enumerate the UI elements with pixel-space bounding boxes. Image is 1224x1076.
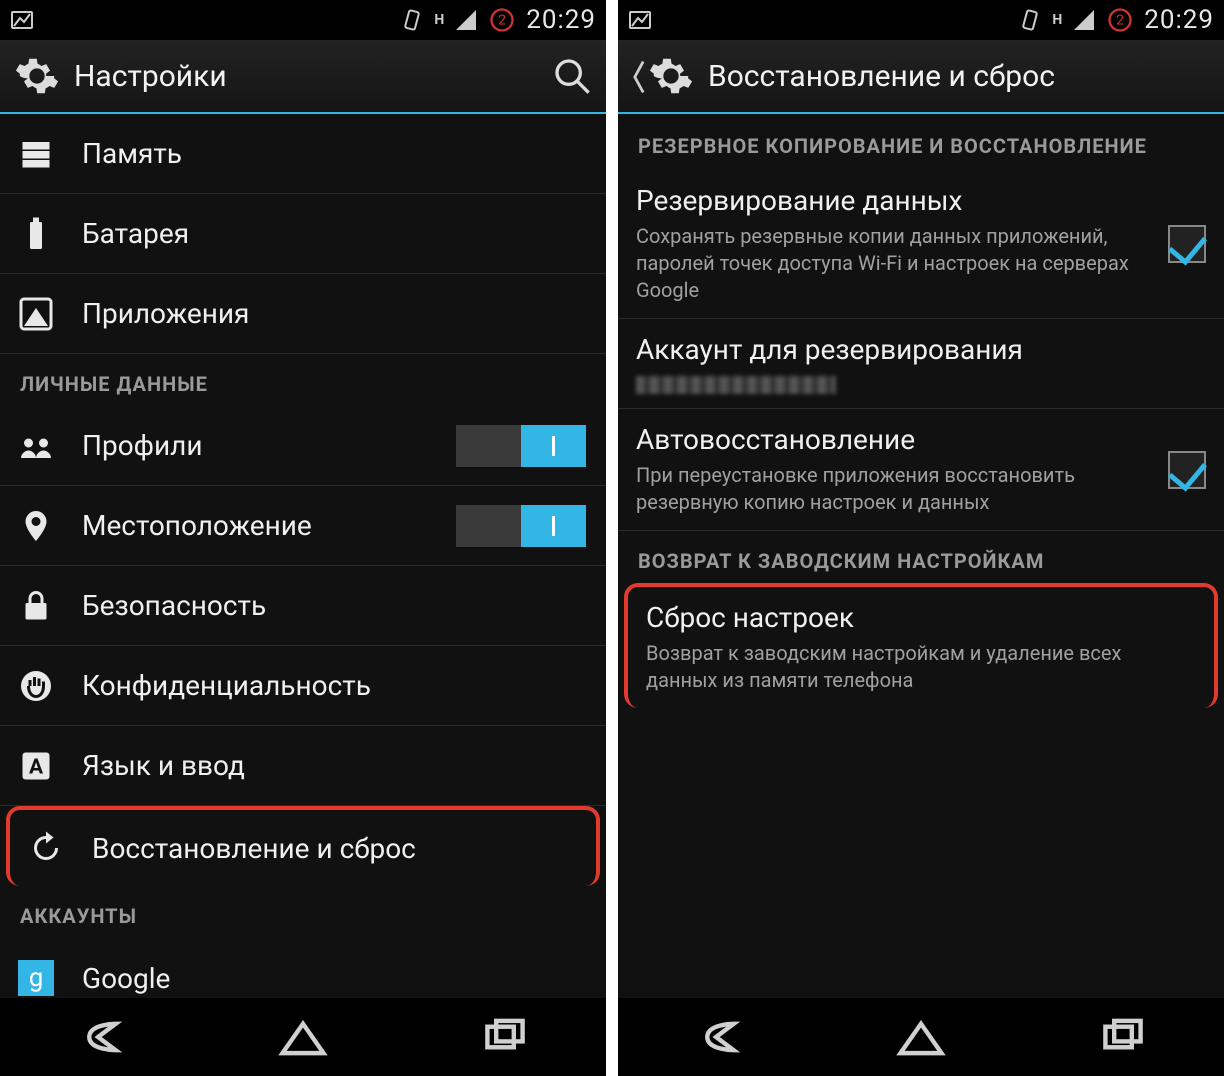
- backup-reset-list: РЕЗЕРВНОЕ КОПИРОВАНИЕ И ВОССТАНОВЛЕНИЕ Р…: [618, 114, 1224, 998]
- battery-icon: 2: [1106, 6, 1134, 34]
- back-button[interactable]: [689, 1015, 749, 1059]
- vibrate-icon: [1018, 8, 1042, 32]
- item-security[interactable]: Безопасность: [0, 566, 606, 646]
- item-factory-reset[interactable]: Сброс настроек Возврат к заводским настр…: [624, 583, 1218, 708]
- subtitle: Сохранять резервные копии данных приложе…: [636, 223, 1140, 304]
- toggle-profiles[interactable]: [456, 425, 586, 467]
- network-type: H: [434, 12, 444, 28]
- home-button[interactable]: [891, 1015, 951, 1059]
- up-button[interactable]: [632, 53, 694, 99]
- signal-icon: [1072, 8, 1096, 32]
- label: Конфиденциальность: [82, 669, 586, 702]
- hand-icon: [18, 668, 54, 704]
- label: Батарея: [82, 217, 586, 250]
- toggle-location[interactable]: [456, 505, 586, 547]
- clock: 20:29: [526, 5, 596, 35]
- clock: 20:29: [1144, 5, 1214, 35]
- settings-icon: [14, 53, 60, 99]
- signal-icon: [454, 8, 478, 32]
- restore-icon: [28, 830, 64, 866]
- google-icon: g: [18, 960, 54, 996]
- label: Google: [82, 962, 586, 995]
- subtitle: Возврат к заводским настройкам и удалени…: [646, 640, 1194, 694]
- item-location[interactable]: Местоположение: [0, 486, 606, 566]
- svg-text:2: 2: [1116, 13, 1124, 29]
- label: Память: [82, 137, 586, 170]
- item-backup-data[interactable]: Резервирование данных Сохранять резервны…: [618, 170, 1224, 319]
- phone-left: H 2 20:29 Настройки Память: [0, 0, 606, 1076]
- language-icon: A: [18, 748, 54, 784]
- item-apps[interactable]: Приложения: [0, 274, 606, 354]
- home-button[interactable]: [273, 1015, 333, 1059]
- label: Профили: [82, 429, 428, 462]
- back-button[interactable]: [71, 1015, 131, 1059]
- checkbox-backup-data[interactable]: [1168, 225, 1206, 263]
- item-memory[interactable]: Память: [0, 114, 606, 194]
- item-privacy[interactable]: Конфиденциальность: [0, 646, 606, 726]
- battery-icon: 2: [488, 6, 516, 34]
- recent-button[interactable]: [1093, 1015, 1153, 1059]
- settings-icon: [648, 53, 694, 99]
- apps-icon: [18, 296, 54, 332]
- section-backup: РЕЗЕРВНОЕ КОПИРОВАНИЕ И ВОССТАНОВЛЕНИЕ: [618, 114, 1224, 170]
- page-title: Восстановление и сброс: [708, 59, 1210, 94]
- image-icon: [628, 8, 652, 32]
- label: Местоположение: [82, 509, 428, 542]
- recent-button[interactable]: [475, 1015, 535, 1059]
- search-icon[interactable]: [552, 56, 592, 96]
- nav-bar: [618, 998, 1224, 1076]
- item-profiles[interactable]: Профили: [0, 406, 606, 486]
- nav-bar: [0, 998, 606, 1076]
- page-title: Настройки: [74, 59, 538, 94]
- action-bar: Восстановление и сброс: [618, 40, 1224, 114]
- redacted-account: [636, 376, 836, 394]
- chevron-left-icon: [632, 56, 646, 96]
- section-factory: ВОЗВРАТ К ЗАВОДСКИМ НАСТРОЙКАМ: [618, 531, 1224, 583]
- label: Язык и ввод: [82, 749, 586, 782]
- checkbox-auto-restore[interactable]: [1168, 451, 1206, 489]
- section-accounts: АККАУНТЫ: [0, 886, 606, 938]
- label: Восстановление и сброс: [92, 832, 576, 865]
- item-auto-restore[interactable]: Автовосстановление При переустановке при…: [618, 409, 1224, 531]
- label: Сброс настроек: [646, 601, 1194, 634]
- item-backup-reset[interactable]: Восстановление и сброс: [6, 806, 600, 886]
- label: Резервирование данных: [636, 184, 1140, 217]
- action-bar: Настройки: [0, 40, 606, 114]
- section-personal: ЛИЧНЫЕ ДАННЫЕ: [0, 354, 606, 406]
- item-google[interactable]: g Google: [0, 938, 606, 998]
- storage-icon: [18, 136, 54, 172]
- label: Автовосстановление: [636, 423, 1140, 456]
- status-bar: H 2 20:29: [618, 0, 1224, 40]
- battery-icon: [18, 216, 54, 252]
- lock-icon: [18, 588, 54, 624]
- label: Приложения: [82, 297, 586, 330]
- settings-list: Память Батарея Приложения ЛИЧНЫЕ ДАННЫЕ …: [0, 114, 606, 998]
- network-type: H: [1052, 12, 1062, 28]
- location-icon: [18, 508, 54, 544]
- status-bar: H 2 20:29: [0, 0, 606, 40]
- vibrate-icon: [400, 8, 424, 32]
- svg-text:A: A: [29, 755, 44, 779]
- label: Безопасность: [82, 589, 586, 622]
- label: Аккаунт для резервирования: [636, 333, 1204, 366]
- profiles-icon: [18, 428, 54, 464]
- phone-right: H 2 20:29 Восстановление и сброс РЕЗЕРВН…: [618, 0, 1224, 1076]
- subtitle: При переустановке приложения восстановит…: [636, 462, 1140, 516]
- item-language[interactable]: A Язык и ввод: [0, 726, 606, 806]
- item-backup-account[interactable]: Аккаунт для резервирования: [618, 319, 1224, 409]
- svg-text:2: 2: [498, 13, 506, 29]
- item-battery[interactable]: Батарея: [0, 194, 606, 274]
- image-icon: [10, 8, 34, 32]
